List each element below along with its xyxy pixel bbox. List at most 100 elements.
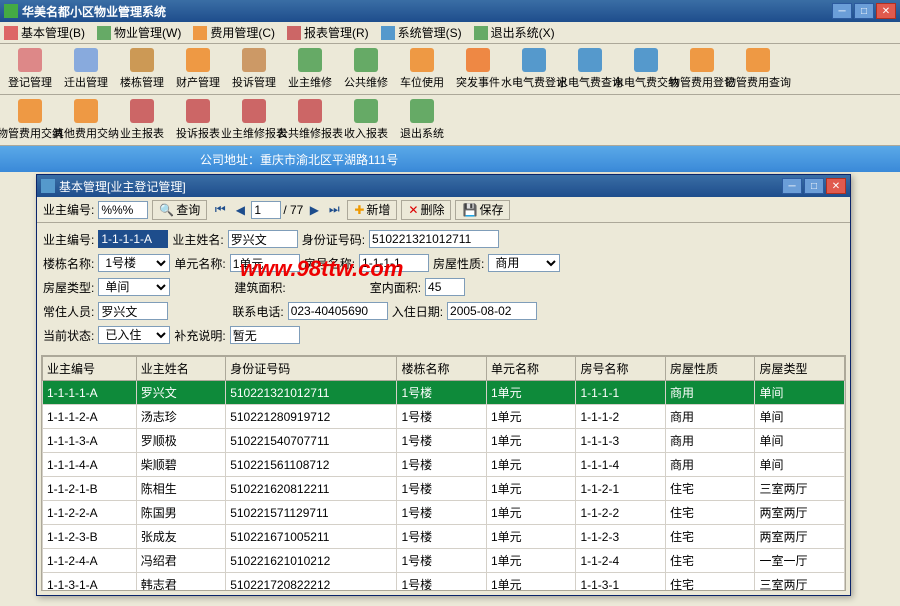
tb-income-report-icon <box>354 99 378 123</box>
grid-header[interactable]: 房号名称 <box>576 357 666 381</box>
tb-building-label: 楼栋管理 <box>120 74 164 90</box>
tb-parking[interactable]: 车位使用 <box>396 47 448 91</box>
building-select[interactable]: 1号楼 <box>98 254 170 272</box>
owner-grid[interactable]: 业主编号业主姓名身份证号码楼栋名称单元名称房号名称房屋性质房屋类型 1-1-1-… <box>41 355 846 591</box>
maximize-button[interactable]: □ <box>854 3 874 19</box>
tb-utility-reg[interactable]: 水电气费登记 <box>508 47 560 91</box>
tb-public-repair-report[interactable]: 公共维修报表 <box>284 98 336 142</box>
menu-fee[interactable]: 费用管理(C) <box>193 24 275 41</box>
grid-header[interactable]: 身份证号码 <box>226 357 397 381</box>
tb-register[interactable]: 登记管理 <box>4 47 56 91</box>
save-button[interactable]: 💾保存 <box>455 200 510 220</box>
tb-emergency-icon <box>466 48 490 72</box>
tb-mgmt-reg[interactable]: 物管费用登记 <box>676 47 728 91</box>
owner-name-input[interactable] <box>228 230 298 248</box>
child-titlebar: 基本管理[业主登记管理] ─ □ ✕ <box>37 175 850 197</box>
type-select[interactable]: 单间 <box>98 278 170 296</box>
owner-no-input[interactable] <box>98 230 168 248</box>
tb-owner-report-label: 业主报表 <box>120 125 164 141</box>
close-button[interactable]: ✕ <box>876 3 896 19</box>
table-row[interactable]: 1-1-1-1-A罗兴文5102213210127111号楼1单元1-1-1-1… <box>43 381 845 405</box>
table-row[interactable]: 1-1-2-1-B陈相生5102216208122111号楼1单元1-1-2-1… <box>43 477 845 501</box>
tb-mgmt-reg-icon <box>690 48 714 72</box>
table-row[interactable]: 1-1-1-2-A汤志珍5102212809197121号楼1单元1-1-1-2… <box>43 405 845 429</box>
grid-header[interactable]: 业主姓名 <box>136 357 226 381</box>
menu-basic[interactable]: 基本管理(B) <box>4 24 85 41</box>
nav-next[interactable]: ▶ <box>305 201 323 219</box>
tb-asset-label: 财产管理 <box>176 74 220 90</box>
grid-header[interactable]: 楼栋名称 <box>397 357 487 381</box>
tb-income-report-label: 收入报表 <box>344 125 388 141</box>
tb-utility-query[interactable]: 水电气费查询 <box>564 47 616 91</box>
page-input[interactable] <box>251 201 281 219</box>
tb-asset[interactable]: 财产管理 <box>172 47 224 91</box>
menu-property[interactable]: 物业管理(W) <box>97 24 181 41</box>
add-button[interactable]: ✚新增 <box>347 200 397 220</box>
menu-exit[interactable]: 退出系统(X) <box>474 24 555 41</box>
menu-system[interactable]: 系统管理(S) <box>381 24 462 41</box>
tb-owner-repair-icon <box>298 48 322 72</box>
nav-prev[interactable]: ◀ <box>231 201 249 219</box>
tb-public-repair-report-icon <box>298 99 322 123</box>
tb-emergency-label: 突发事件 <box>456 74 500 90</box>
grid-header[interactable]: 业主编号 <box>43 357 137 381</box>
tb-complain-icon <box>242 48 266 72</box>
table-row[interactable]: 1-1-1-3-A罗顺极5102215407077111号楼1单元1-1-1-3… <box>43 429 845 453</box>
tb-moveout[interactable]: 迁出管理 <box>60 47 112 91</box>
tb-exit[interactable]: 退出系统 <box>396 98 448 142</box>
tb-complain-report[interactable]: 投诉报表 <box>172 98 224 142</box>
child-window: 基本管理[业主登记管理] ─ □ ✕ 业主编号: 🔍查询 ⏮ ◀ / 77 ▶ … <box>36 174 851 596</box>
nav-first[interactable]: ⏮ <box>211 201 229 219</box>
id-input[interactable] <box>369 230 499 248</box>
tb-public-repair[interactable]: 公共维修 <box>340 47 392 91</box>
minimize-button[interactable]: ─ <box>832 3 852 19</box>
table-row[interactable]: 1-1-2-2-A陈国男5102215711297111号楼1单元1-1-2-2… <box>43 501 845 525</box>
menu-report[interactable]: 报表管理(R) <box>287 24 369 41</box>
table-row[interactable]: 1-1-2-3-B张成友5102216710052111号楼1单元1-1-2-3… <box>43 525 845 549</box>
date-input[interactable] <box>447 302 537 320</box>
inner-area-input[interactable] <box>425 278 465 296</box>
search-input[interactable] <box>98 201 148 219</box>
query-button[interactable]: 🔍查询 <box>152 200 207 220</box>
child-icon <box>41 179 55 193</box>
tb-utility-query-icon <box>578 48 602 72</box>
child-close-button[interactable]: ✕ <box>826 178 846 194</box>
room-input[interactable] <box>359 254 429 272</box>
tb-mgmt-pay[interactable]: 物管费用交纳 <box>4 98 56 142</box>
tb-complain[interactable]: 投诉管理 <box>228 47 280 91</box>
tb-owner-repair[interactable]: 业主维修 <box>284 47 336 91</box>
toolbar-row-1: 登记管理迁出管理楼栋管理财产管理投诉管理业主维修公共维修车位使用突发事件水电气费… <box>0 44 900 95</box>
tb-owner-report[interactable]: 业主报表 <box>116 98 168 142</box>
resident-input[interactable] <box>98 302 168 320</box>
child-maximize-button[interactable]: □ <box>804 178 824 194</box>
grid-header[interactable]: 单元名称 <box>486 357 576 381</box>
grid-header[interactable]: 房屋性质 <box>665 357 755 381</box>
owner-form: 业主编号: 业主姓名: 身份证号码: 楼栋名称: 1号楼 单元名称: 房号名称:… <box>37 223 850 351</box>
tb-other-pay[interactable]: 其他费用交纳 <box>60 98 112 142</box>
nature-select[interactable]: 商用 <box>488 254 560 272</box>
status-select[interactable]: 已入住 <box>98 326 170 344</box>
remark-input[interactable] <box>230 326 300 344</box>
tb-emergency[interactable]: 突发事件 <box>452 47 504 91</box>
table-row[interactable]: 1-1-3-1-A韩志君5102217208222121号楼1单元1-1-3-1… <box>43 573 845 592</box>
search-toolbar: 业主编号: 🔍查询 ⏮ ◀ / 77 ▶ ⏭ ✚新增 ✕删除 💾保存 <box>37 197 850 223</box>
tb-income-report[interactable]: 收入报表 <box>340 98 392 142</box>
grid-header[interactable]: 房屋类型 <box>755 357 845 381</box>
phone-input[interactable] <box>288 302 388 320</box>
tb-exit-icon <box>410 99 434 123</box>
table-row[interactable]: 1-1-1-4-A柴顺碧5102215611087121号楼1单元1-1-1-4… <box>43 453 845 477</box>
delete-button[interactable]: ✕删除 <box>401 200 451 220</box>
child-minimize-button[interactable]: ─ <box>782 178 802 194</box>
app-title: 华美名都小区物业管理系统 <box>22 3 832 20</box>
tb-utility-pay[interactable]: 水电气费交纳 <box>620 47 672 91</box>
tb-mgmt-query[interactable]: 物管费用查询 <box>732 47 784 91</box>
tb-utility-pay-icon <box>634 48 658 72</box>
tb-owner-repair-report[interactable]: 业主维修报表 <box>228 98 280 142</box>
main-titlebar: 华美名都小区物业管理系统 ─ □ ✕ <box>0 0 900 22</box>
nav-last[interactable]: ⏭ <box>325 201 343 219</box>
table-row[interactable]: 1-1-2-4-A冯绍君5102216210102121号楼1单元1-1-2-4… <box>43 549 845 573</box>
tb-moveout-label: 迁出管理 <box>64 74 108 90</box>
tb-building[interactable]: 楼栋管理 <box>116 47 168 91</box>
menubar: 基本管理(B) 物业管理(W) 费用管理(C) 报表管理(R) 系统管理(S) … <box>0 22 900 44</box>
unit-input[interactable] <box>230 254 300 272</box>
